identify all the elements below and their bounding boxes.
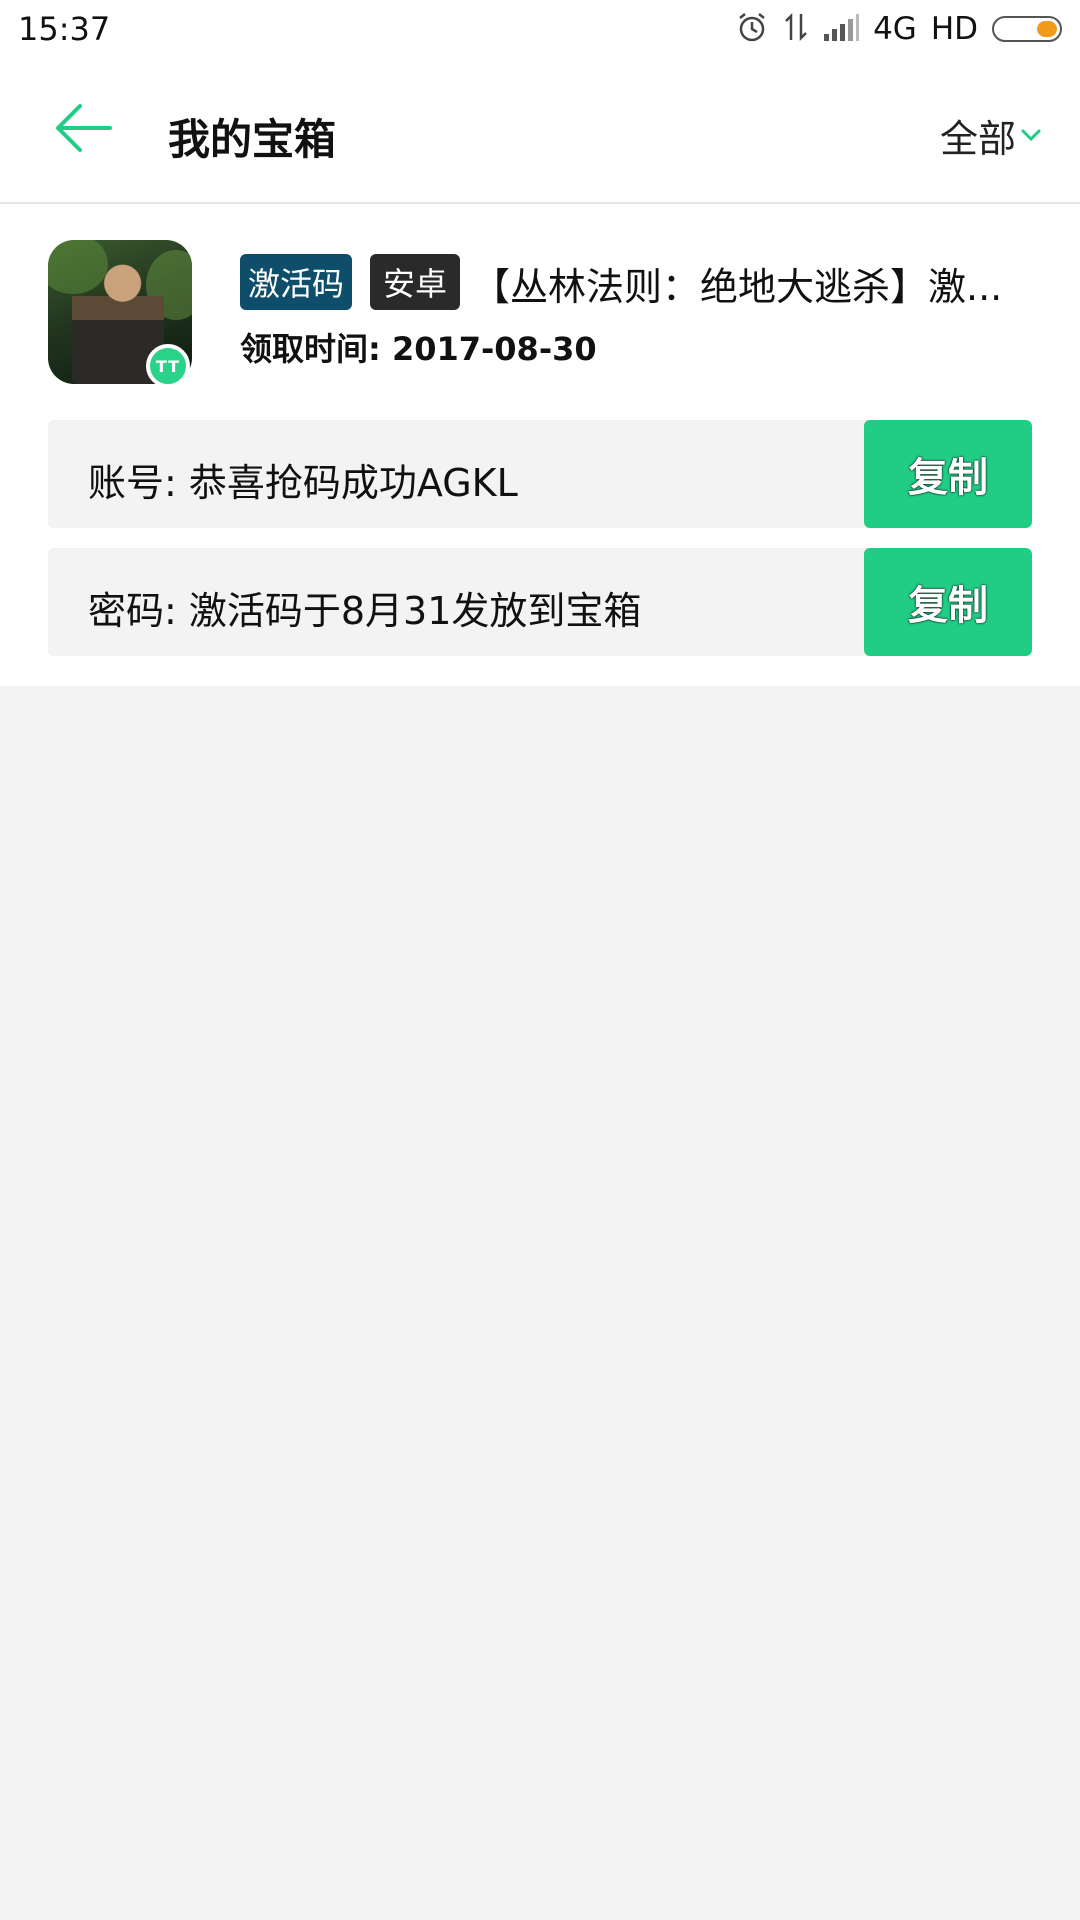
filter-dropdown[interactable]: 全部 [940,108,1042,163]
status-time: 15:37 [18,10,111,48]
status-icons: 4G HD [735,10,1062,48]
back-button[interactable] [48,92,120,164]
alarm-icon [735,10,769,48]
password-text: 密码: 激活码于8月31发放到宝箱 [88,589,642,633]
platform-badge-icon: TT [146,344,190,388]
item-title: 【丛林法则：绝地大逃杀】激... [472,265,1003,309]
battery-icon [992,16,1062,42]
claim-time: 领取时间: 2017-08-30 [240,330,597,368]
app-header: 我的宝箱 全部 [0,62,1080,204]
hd-indicator: HD [930,11,978,47]
page-title: 我的宝箱 [168,115,337,164]
status-bar: 15:37 4G HD [0,0,1080,62]
tag-android: 安卓 [370,254,460,310]
password-row: 密码: 激活码于8月31发放到宝箱 复制 [48,548,1032,656]
filter-label: 全部 [939,117,1016,161]
treasure-item-card: TT 激活码 安卓 【丛林法则：绝地大逃杀】激... 领取时间: 2017-08… [0,204,1080,686]
account-row: 账号: 恭喜抢码成功AGKL 复制 [48,420,1032,528]
copy-account-button[interactable]: 复制 [864,420,1032,528]
tag-activation-code: 激活码 [240,254,352,310]
copy-password-button[interactable]: 复制 [864,548,1032,656]
network-type: 4G [873,11,917,47]
account-text: 账号: 恭喜抢码成功AGKL [88,461,518,505]
chevron-down-icon [1021,129,1041,141]
arrow-left-icon [56,104,112,152]
signal-icon [823,12,860,46]
battery-level [1037,21,1057,37]
data-transfer-icon [783,10,809,48]
